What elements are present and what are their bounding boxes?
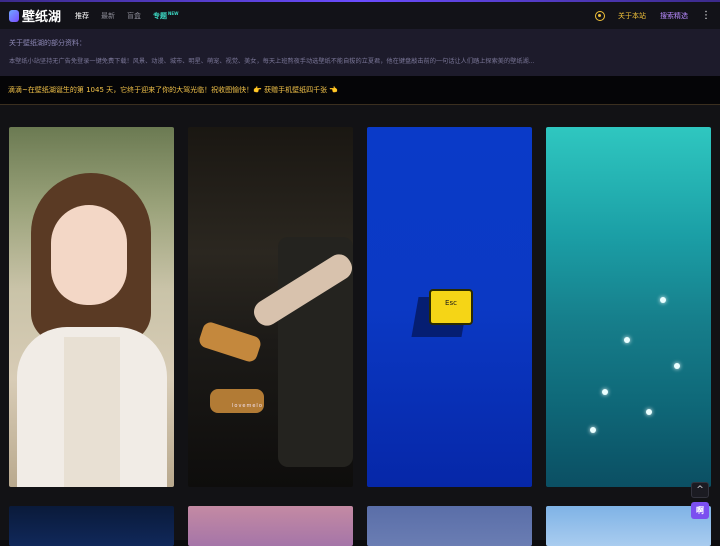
notice-body: 本壁纸小站坚持无广告免登录一键免费下载！风景、动漫、城市、明星、萌宠、视觉、美女… <box>9 58 535 65</box>
portrait-face <box>51 205 127 305</box>
announcement-text[interactable]: 滴滴~在壁纸湖诞生的第 1045 天，它终于迎来了你的大驾光临！祝收图愉快！👉 … <box>8 85 338 95</box>
more-vertical-icon[interactable]: ⋮ <box>700 10 712 21</box>
portrait-blouse <box>64 337 120 487</box>
nav-topics-label: 专题 <box>153 11 168 20</box>
nav-recommend[interactable]: 推荐 <box>75 11 89 21</box>
back-to-top-button[interactable]: ^ <box>691 482 709 498</box>
announcement-bar: 滴滴~在壁纸湖诞生的第 1045 天，它终于迎来了你的大驾光临！祝收图愉快！👉 … <box>0 76 720 105</box>
wallpaper-card[interactable] <box>188 506 353 546</box>
site-header: 壁纸湖 推荐 最新 盲盒 专题NEW 关于本站 搜索精选 ⋮ <box>0 2 720 29</box>
wallpaper-card-water[interactable] <box>546 127 711 487</box>
wallpaper-watermark: lovemelo <box>232 403 263 409</box>
wallpaper-card-portrait[interactable] <box>9 127 174 487</box>
wallpaper-card[interactable] <box>9 506 174 546</box>
site-logo[interactable]: 壁纸湖 <box>9 6 61 25</box>
nav-topics[interactable]: 专题NEW <box>153 11 179 21</box>
search-picks-link[interactable]: 搜索精选 <box>660 11 688 21</box>
theme-toggle-icon[interactable] <box>595 10 605 21</box>
header-actions: 关于本站 搜索精选 ⋮ <box>595 2 720 29</box>
wallpaper-card[interactable] <box>367 506 532 546</box>
water-sparkle <box>602 389 608 395</box>
about-link[interactable]: 关于本站 <box>618 11 646 21</box>
wallpaper-card-sneakers[interactable] <box>188 127 353 487</box>
notice-title: 关于壁纸湖的部分资料： <box>9 39 86 47</box>
wallpaper-card[interactable] <box>546 506 711 546</box>
nav-blindbox[interactable]: 盲盒 <box>127 11 141 21</box>
sneaker-shape <box>197 320 263 364</box>
water-sparkle <box>646 409 652 415</box>
sneaker-shape <box>210 389 264 413</box>
wallpaper-card-esc-key[interactable]: Esc <box>367 127 532 487</box>
wallpaper-grid: Esc <box>0 105 720 546</box>
site-notice: 关于壁纸湖的部分资料： 本壁纸小站坚持无广告免登录一键免费下载！风景、动漫、城市… <box>0 29 720 76</box>
water-sparkle <box>590 427 596 433</box>
water-sparkle <box>674 363 680 369</box>
esc-key-illustration: Esc <box>429 289 473 325</box>
nav-latest[interactable]: 最新 <box>101 11 115 21</box>
logo-text: 壁纸湖 <box>22 10 62 25</box>
logo-mark-icon <box>9 9 19 22</box>
main-nav: 推荐 最新 盲盒 专题NEW <box>75 11 191 21</box>
water-sparkle <box>660 297 666 303</box>
water-sparkle <box>624 337 630 343</box>
chat-button[interactable]: 啊 <box>691 502 709 519</box>
esc-key-label: Esc <box>445 299 457 307</box>
new-badge: NEW <box>168 10 179 16</box>
